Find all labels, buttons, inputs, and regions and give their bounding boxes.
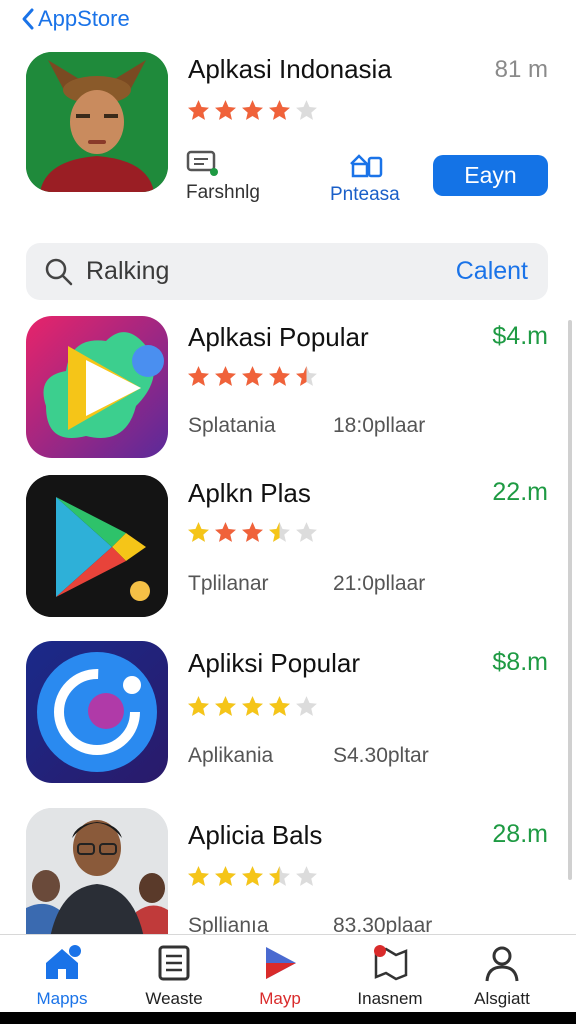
- star-icon: [242, 522, 263, 542]
- featured-meta-mid[interactable]: Pnteasa: [330, 150, 400, 206]
- app-price-4[interactable]: 28.m: [492, 820, 548, 849]
- circle-logo-icon[interactable]: [26, 641, 168, 783]
- app-price-2[interactable]: 22.m: [492, 478, 548, 507]
- app-downloads-3: S4.30pltar: [333, 744, 429, 767]
- app-price-1[interactable]: $4.m: [492, 322, 548, 351]
- search-icon: [45, 258, 73, 285]
- search-bar[interactable]: Ralking Calent: [26, 243, 548, 300]
- cancel-button[interactable]: Calent: [456, 257, 528, 286]
- star-icon: [296, 366, 317, 386]
- get-button[interactable]: Eayn: [433, 155, 548, 196]
- share-icon: [349, 154, 383, 178]
- monitor-icon: [186, 150, 218, 176]
- star-icon: [269, 100, 290, 120]
- star-icon: [215, 100, 236, 120]
- star-icon: [296, 100, 317, 120]
- star-icon: [242, 366, 263, 386]
- star-icon: [188, 522, 209, 542]
- star-icon: [188, 866, 209, 886]
- app-title-3: Apliksi Popular: [188, 648, 360, 678]
- app-subtitle-3: Aplikania: [188, 744, 274, 767]
- back-button[interactable]: AppStore: [20, 6, 130, 32]
- app-title-2: Aplkn Plas: [188, 478, 311, 508]
- featured-app-title: Aplkasi Indonasia: [188, 54, 392, 84]
- tab-inasnem[interactable]: Inasnem: [340, 943, 440, 1009]
- app-title-4: Aplicia Bals: [188, 820, 323, 850]
- scrollbar[interactable]: [568, 320, 572, 880]
- star-icon: [242, 696, 263, 716]
- star-icon: [296, 522, 317, 542]
- document-icon: [158, 945, 190, 981]
- tab-label-inasnem: Inasnem: [357, 989, 423, 1008]
- featured-meta-mid-label: Pnteasa: [330, 184, 400, 205]
- app-subtitle-2: Tplilanar: [188, 572, 269, 595]
- app-rating-3: [186, 694, 319, 719]
- tab-label-weaste: Weaste: [145, 989, 203, 1008]
- featured-rating-stars: [186, 98, 319, 123]
- tab-mayp[interactable]: Mayp: [230, 943, 330, 1009]
- app-downloads-2: 21:0pllaar: [333, 572, 426, 595]
- tab-label-alsgiatt: Alsgiatt: [474, 989, 530, 1008]
- back-label: AppStore: [38, 6, 130, 31]
- tab-alsgiatt[interactable]: Alsgiatt: [452, 943, 552, 1009]
- person-icon: [485, 946, 519, 982]
- tab-weaste[interactable]: Weaste: [124, 943, 224, 1009]
- app-title-1: Aplkasi Popular: [188, 322, 369, 352]
- play-icon: [266, 947, 296, 979]
- play-triangle-icon[interactable]: [26, 475, 168, 617]
- tab-label-mapps: Mapps: [36, 989, 88, 1008]
- app-rating-2: [186, 520, 319, 545]
- app-downloads-1: 18:0pllaar: [333, 414, 426, 437]
- map-icon: [374, 945, 408, 981]
- person-photo[interactable]: [26, 808, 168, 950]
- app-rating-1: [186, 364, 319, 389]
- featured-app-icon[interactable]: [26, 52, 168, 192]
- star-icon: [188, 100, 209, 120]
- tab-label-mayp: Mayp: [259, 989, 301, 1008]
- star-icon: [215, 866, 236, 886]
- featured-meta-left: Farshnlg: [186, 150, 260, 204]
- bottom-strip: [0, 1012, 576, 1024]
- star-icon: [188, 366, 209, 386]
- star-icon: [242, 866, 263, 886]
- star-icon: [242, 100, 263, 120]
- home-icon: [46, 945, 81, 979]
- star-icon: [215, 696, 236, 716]
- star-icon: [215, 522, 236, 542]
- play-store-colorful-icon[interactable]: [26, 316, 168, 458]
- star-icon: [215, 366, 236, 386]
- tab-bar: Mapps Weaste Mayp Inasnem Alsgiatt: [0, 934, 576, 1013]
- star-icon: [188, 696, 209, 716]
- star-icon: [296, 866, 317, 886]
- tab-mapps[interactable]: Mapps: [12, 943, 112, 1009]
- chevron-left-icon: [22, 8, 34, 30]
- star-icon: [269, 522, 290, 542]
- app-subtitle-1: Splatania: [188, 414, 276, 437]
- app-rating-4: [186, 864, 319, 889]
- star-icon: [269, 366, 290, 386]
- star-icon: [269, 866, 290, 886]
- app-price-3[interactable]: $8.m: [492, 648, 548, 677]
- featured-meta-left-label: Farshnlg: [186, 182, 260, 203]
- featured-app-size: 81 m: [494, 56, 548, 83]
- star-icon: [269, 696, 290, 716]
- star-icon: [296, 696, 317, 716]
- search-input[interactable]: Ralking: [86, 257, 169, 286]
